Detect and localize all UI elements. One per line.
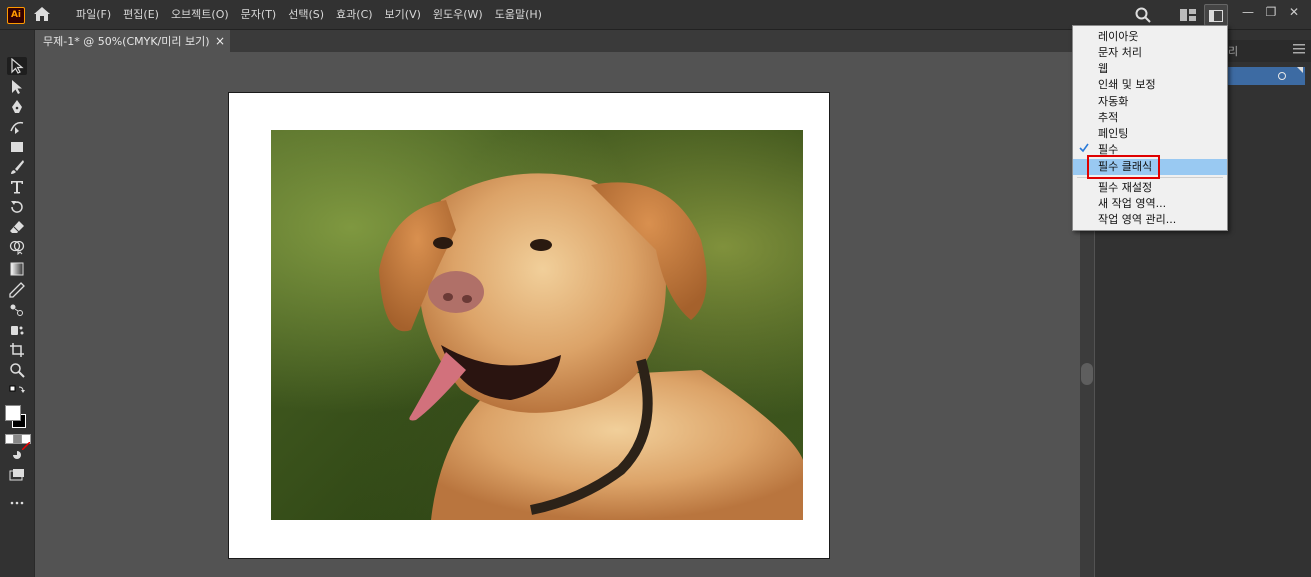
curvature-pen-icon	[10, 121, 24, 134]
direct-selection-icon	[12, 80, 22, 94]
eyedropper-icon	[9, 282, 25, 298]
eyedropper-tool[interactable]	[7, 281, 27, 299]
menu-item-label: 추적	[1098, 111, 1119, 124]
menu-object[interactable]: 오브젝트(O)	[165, 0, 235, 29]
workspace-item-painting[interactable]: 페인팅	[1073, 126, 1227, 142]
zoom-icon	[10, 363, 25, 378]
workspace-item-automation[interactable]: 자동화	[1073, 94, 1227, 110]
workspace-item-layout[interactable]: 레이아웃	[1073, 29, 1227, 45]
artboard-icon	[10, 343, 24, 357]
rectangle-tool[interactable]	[7, 138, 27, 156]
screen-mode-button[interactable]	[7, 466, 27, 484]
rotate-tool[interactable]	[7, 198, 27, 216]
type-icon	[11, 181, 23, 194]
type-tool[interactable]	[7, 178, 27, 196]
menu-item-label: 문자 처리	[1098, 46, 1142, 59]
layer-target-icon[interactable]	[1278, 72, 1286, 80]
menu-item-label: 인쇄 및 보정	[1098, 78, 1156, 91]
workspace-item-manage-workspaces[interactable]: 작업 영역 관리...	[1073, 212, 1227, 228]
symbol-sprayer-icon	[11, 326, 24, 335]
menu-help[interactable]: 도움말(H)	[489, 0, 548, 29]
shape-builder-icon	[9, 240, 25, 255]
menu-item-label: 페인팅	[1098, 127, 1129, 140]
workspace-item-reset-essentials[interactable]: 필수 재설정	[1073, 180, 1227, 196]
artboard-tool[interactable]	[7, 341, 27, 359]
selection-tool[interactable]	[7, 57, 27, 75]
menu-select[interactable]: 선택(S)	[282, 0, 330, 29]
menu-item-label: 새 작업 영역...	[1098, 197, 1167, 210]
restore-button[interactable]: ❐	[1261, 4, 1281, 20]
screen-mode-icon	[9, 469, 24, 481]
blend-icon	[10, 304, 23, 316]
swap-colors-icon	[9, 385, 25, 393]
menu-item-label: 필수 재설정	[1098, 181, 1153, 194]
menu-effect[interactable]: 효과(C)	[330, 0, 379, 29]
placed-image[interactable]	[271, 130, 803, 520]
checkmark-icon	[1079, 143, 1089, 153]
workspace-item-web[interactable]: 웹	[1073, 61, 1227, 77]
illustrator-logo: Ai	[7, 7, 25, 24]
draw-mode-icon	[13, 451, 21, 459]
workspace-icon	[1209, 10, 1223, 22]
eraser-icon	[10, 221, 24, 233]
close-icon[interactable]: ×	[215, 34, 225, 48]
arrange-documents-icon[interactable]	[1180, 9, 1196, 21]
panel-tab-label[interactable]: 리	[1228, 43, 1238, 59]
eraser-tool[interactable]	[7, 218, 27, 236]
fill-color-swatch[interactable]	[5, 405, 21, 421]
dog-photo-illustration	[379, 173, 803, 520]
workspace-item-new-workspace[interactable]: 새 작업 영역...	[1073, 196, 1227, 212]
paintbrush-tool[interactable]	[7, 158, 27, 176]
home-icon[interactable]	[33, 6, 51, 22]
more-icon	[10, 501, 24, 505]
pen-icon	[12, 100, 22, 113]
menu-view[interactable]: 보기(V)	[379, 0, 427, 29]
workspace-item-typography[interactable]: 문자 처리	[1073, 45, 1227, 61]
menu-item-label: 레이아웃	[1098, 30, 1139, 43]
rotate-icon	[11, 201, 23, 213]
layer-selection-indicator	[1297, 67, 1303, 73]
selection-arrow-icon	[11, 58, 24, 74]
menu-item-label: 자동화	[1098, 95, 1129, 108]
blend-tool[interactable]	[7, 301, 27, 319]
menu-file[interactable]: 파일(F)	[70, 0, 117, 29]
artboard[interactable]	[228, 92, 830, 559]
document-tab-bar: 무제-1* @ 50%(CMYK/미리 보기) ×	[35, 30, 1080, 52]
gradient-tool[interactable]	[7, 260, 27, 278]
brush-icon	[11, 160, 24, 174]
close-window-button[interactable]: ✕	[1284, 4, 1304, 20]
symbol-sprayer-tool[interactable]	[7, 321, 27, 339]
menu-type[interactable]: 문자(T)	[235, 0, 283, 29]
zoom-tool[interactable]	[7, 361, 27, 379]
workspace-switcher-button[interactable]	[1204, 4, 1228, 26]
direct-selection-tool[interactable]	[7, 78, 27, 96]
gradient-icon	[10, 262, 24, 276]
pen-tool[interactable]	[7, 98, 27, 116]
menu-edit[interactable]: 편집(E)	[117, 0, 165, 29]
document-tab[interactable]: 무제-1* @ 50%(CMYK/미리 보기) ×	[35, 30, 230, 52]
curvature-tool[interactable]	[7, 118, 27, 136]
menu-item-label: 작업 영역 관리...	[1098, 213, 1177, 226]
workspace-menu: 레이아웃 문자 처리 웹 인쇄 및 보정 자동화 추적 페인팅 필수 필수 클래…	[1072, 25, 1228, 231]
workspace-item-print-proofing[interactable]: 인쇄 및 보정	[1073, 77, 1227, 93]
scrollbar-thumb[interactable]	[1081, 363, 1093, 385]
document-title: 무제-1* @ 50%(CMYK/미리 보기)	[43, 35, 210, 48]
menu-window[interactable]: 윈도우(W)	[427, 0, 489, 29]
search-icon[interactable]	[1135, 7, 1151, 23]
panel-menu-icon[interactable]	[1293, 44, 1305, 54]
workspace-item-tracing[interactable]: 추적	[1073, 110, 1227, 126]
none-mode-button[interactable]	[21, 434, 31, 451]
annotation-highlight-box	[1087, 155, 1160, 179]
shape-builder-tool[interactable]	[7, 238, 27, 256]
rectangle-icon	[11, 142, 23, 152]
canvas-area[interactable]	[35, 52, 1080, 577]
default-colors-toggle[interactable]	[7, 385, 27, 397]
menu-item-label: 웹	[1098, 62, 1109, 75]
tools-panel	[0, 30, 35, 577]
edit-toolbar-button[interactable]	[7, 494, 27, 512]
main-menu: 파일(F) 편집(E) 오브젝트(O) 문자(T) 선택(S) 효과(C) 보기…	[70, 0, 548, 29]
minimize-button[interactable]: —	[1238, 4, 1258, 20]
draw-mode-button[interactable]	[7, 446, 27, 464]
